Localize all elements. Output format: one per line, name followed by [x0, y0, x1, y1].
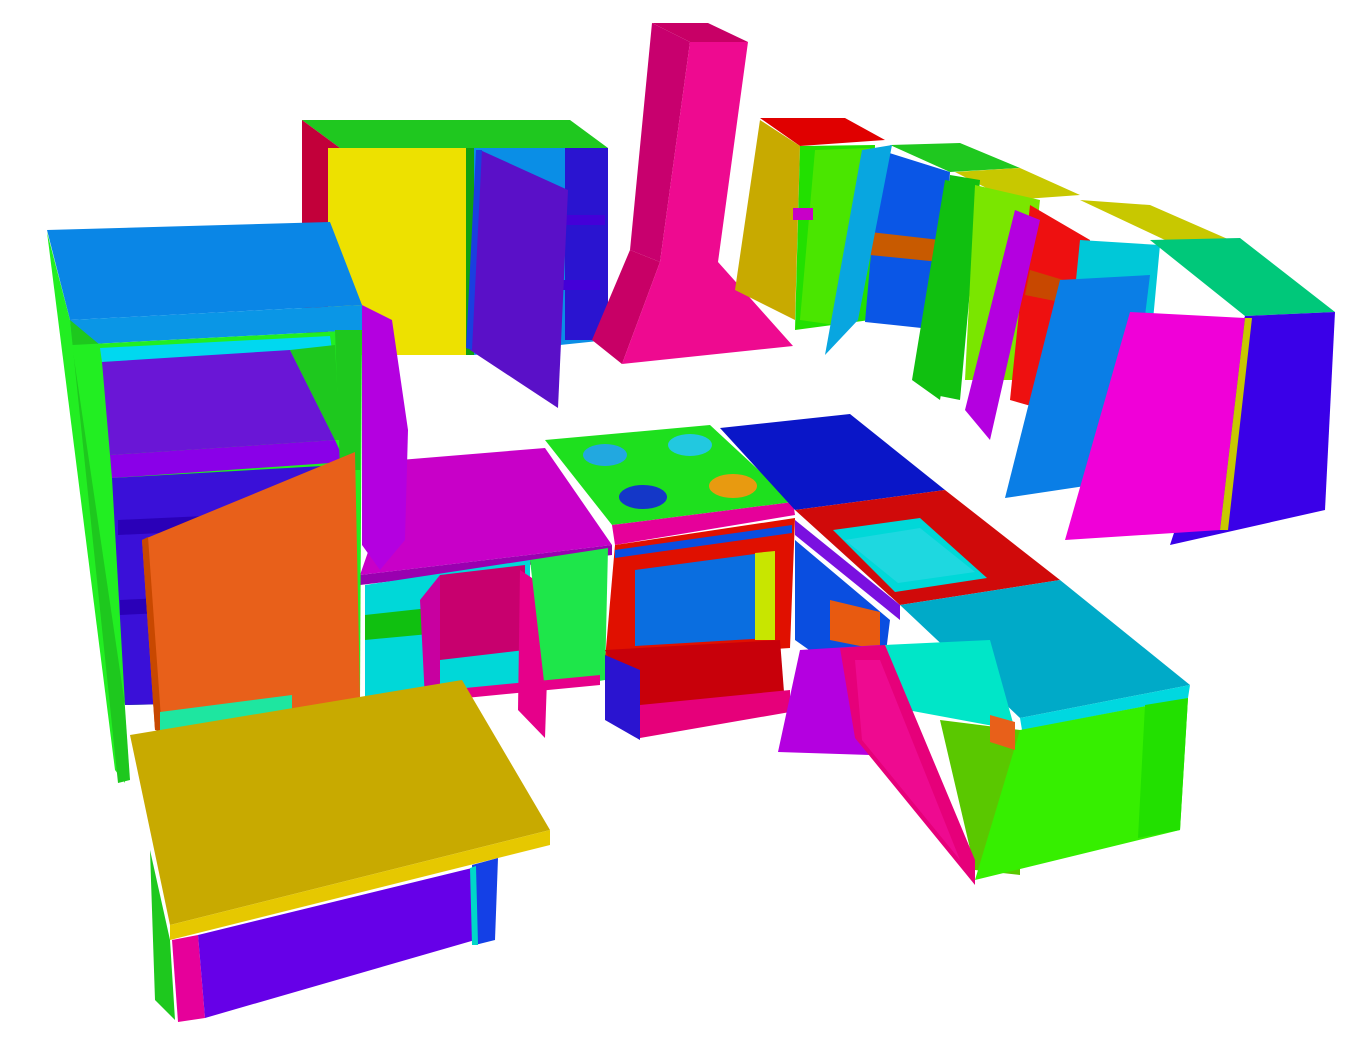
- kitchen-3d-scene: [47, 23, 1335, 1022]
- oven-window-edge: [755, 551, 775, 640]
- upper-right-cab4-top: [1080, 200, 1230, 240]
- oven-drawer-side: [605, 655, 640, 740]
- upper-left-cabinet-door: [470, 150, 568, 408]
- fridge-top: [47, 222, 362, 320]
- burner-front-left: [619, 485, 667, 509]
- right-lower-cabinet: [840, 580, 1190, 885]
- kitchen-render-viewport: [0, 0, 1353, 1037]
- burner-back-left: [583, 444, 627, 466]
- lower-cabinet-back: [440, 565, 525, 660]
- upper-left-cabinet-back: [565, 148, 608, 340]
- burner-front-right: [709, 474, 757, 498]
- burner-back-right: [668, 434, 712, 456]
- upper-middle-side: [735, 120, 800, 320]
- upper-right-cab5-top: [1150, 238, 1335, 316]
- upper-middle-shelf: [793, 208, 813, 220]
- upper-left-cabinet-top: [302, 120, 608, 148]
- right-block-side-edge: [1138, 698, 1188, 838]
- kitchen-island: [130, 680, 550, 1022]
- oven: [605, 518, 795, 740]
